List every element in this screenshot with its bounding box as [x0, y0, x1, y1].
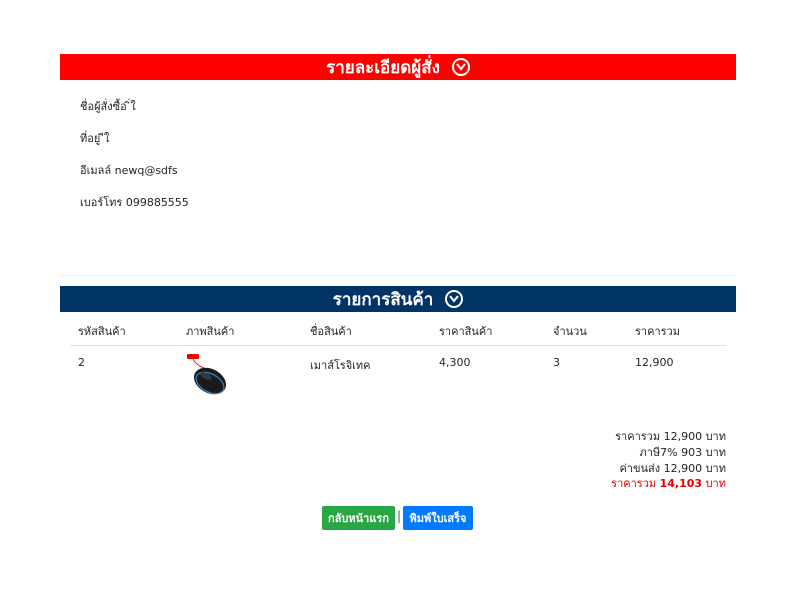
grand-total-value: 14,103 [659, 477, 703, 490]
mouse-image [186, 353, 232, 399]
orderer-email: อีเมลล์ newq@sdfs [80, 164, 178, 177]
button-separator: | [397, 509, 402, 523]
orderer-details-title: รายละเอียดผู้สั่ง [326, 57, 440, 78]
grand-total-prefix: ราคารวม [611, 477, 660, 490]
grand-total: ราคารวม 14,103 บาท [611, 474, 726, 492]
orderer-address: ที่อยู่ ีใ [80, 132, 110, 145]
column-header-name: ชื่อสินค้า [310, 325, 352, 338]
chevron-down-icon[interactable] [445, 290, 464, 308]
product-total: 12,900 [635, 356, 674, 369]
product-list-header[interactable]: รายการสินค้า [60, 286, 736, 312]
column-header-image: ภาพสินค้า [186, 325, 235, 338]
column-header-price: ราคาสินค้า [439, 325, 493, 338]
product-name: เมาส์โรจิเทค [310, 359, 371, 372]
orderer-name: ชื่อผู้สั่งซื้อ ิ่ใ [80, 100, 136, 113]
product-qty: 3 [553, 356, 560, 369]
product-code: 2 [78, 356, 85, 369]
column-header-qty: จำนวน [553, 325, 587, 338]
product-list-title: รายการสินค้า [332, 289, 434, 310]
orderer-phone: เบอร์โทร 099885555 [80, 196, 189, 209]
print-receipt-button[interactable]: พิมพ์ใบเสร็จ [403, 506, 473, 530]
grand-total-suffix: บาท [702, 477, 726, 490]
orderer-details-header[interactable]: รายละเอียดผู้สั่ง [60, 54, 736, 80]
column-header-code: รหัสสินค้า [78, 325, 126, 338]
product-price: 4,300 [439, 356, 471, 369]
column-header-total: ราคารวม [635, 325, 680, 338]
back-to-home-button[interactable]: กลับหน้าแรก [322, 506, 395, 530]
section-divider [60, 275, 736, 276]
chevron-down-icon[interactable] [451, 58, 470, 76]
table-header-divider [70, 345, 726, 346]
